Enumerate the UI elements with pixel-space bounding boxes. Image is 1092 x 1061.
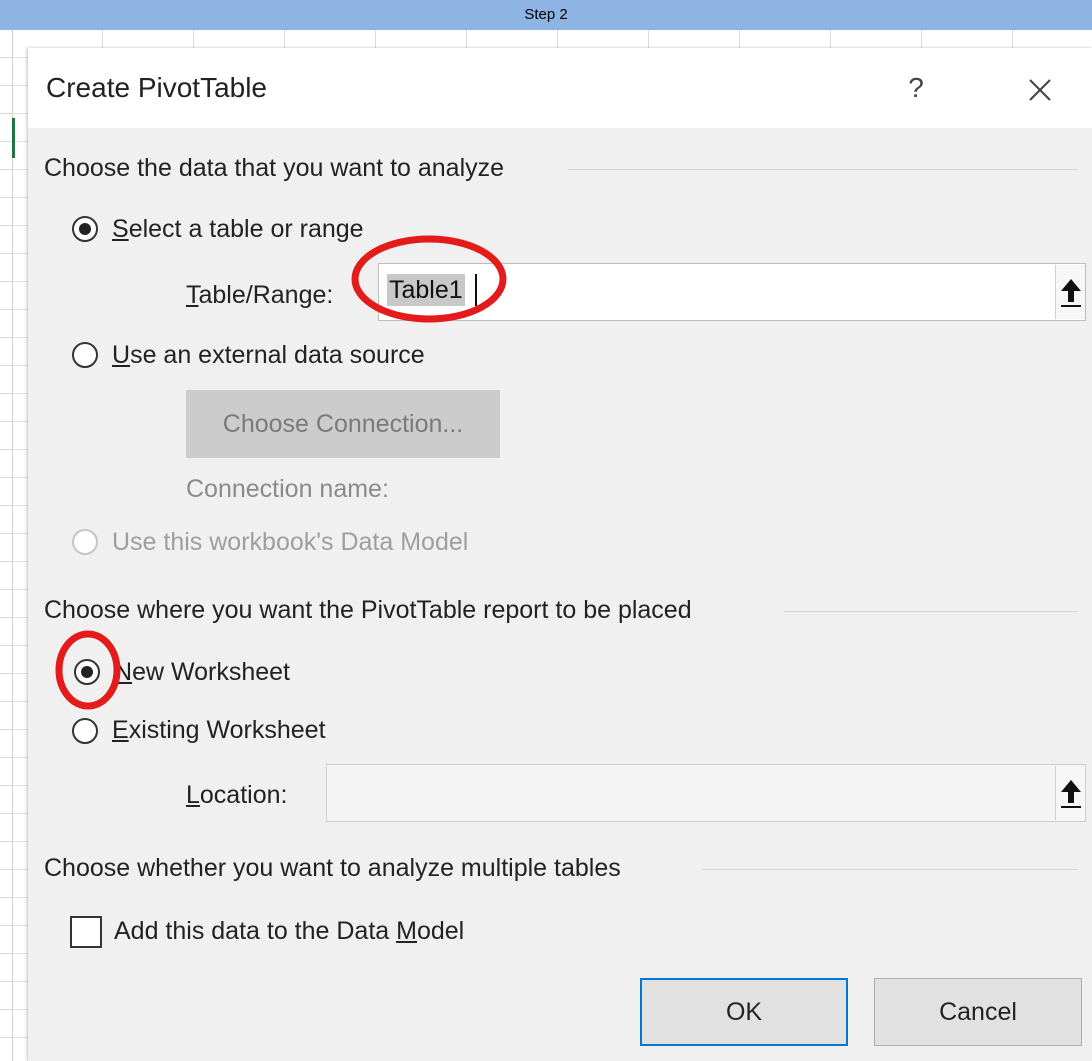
table-range-input[interactable]: Table1 [378,263,1086,321]
close-button[interactable] [1018,68,1062,112]
arrow-up-icon [1061,780,1081,808]
radio-existing-worksheet[interactable] [72,718,98,744]
table-range-value: Table1 [387,274,465,306]
location-collapse-button[interactable] [1055,766,1085,820]
radio-external-source-label[interactable]: Use an external data source [112,341,425,370]
radio-existing-worksheet-label[interactable]: Existing Worksheet [112,716,326,745]
cancel-button[interactable]: Cancel [874,978,1082,1046]
text-caret [475,274,477,306]
radio-data-model-label: Use this workbook's Data Model [112,528,469,556]
section-rule [568,169,1078,170]
create-pivottable-dialog: Create PivotTable ? Choose the data that… [28,48,1092,1061]
section-multiple-tables-heading: Choose whether you want to analyze multi… [44,854,621,882]
radio-data-model[interactable] [72,529,98,555]
help-button[interactable]: ? [898,68,934,108]
active-cell-marker [12,118,15,158]
radio-select-table-label[interactable]: Select a table or range [112,215,364,244]
add-to-data-model-checkbox[interactable] [70,916,102,948]
row-header-strip [0,30,13,1061]
section-rule [784,611,1078,612]
section-data-source-heading: Choose the data that you want to analyze [44,154,505,182]
section-placement-heading: Choose where you want the PivotTable rep… [44,596,692,624]
arrow-up-icon [1061,279,1081,307]
radio-new-worksheet-label[interactable]: New Worksheet [114,658,290,687]
location-label: Location: [186,781,288,809]
radio-external-source[interactable] [72,342,98,368]
table-range-label: Table/Range: [186,281,334,309]
location-input[interactable] [326,764,1086,822]
ok-button[interactable]: OK [640,978,848,1046]
dialog-title: Create PivotTable [46,72,268,103]
column-gridlines [12,30,1092,48]
section-rule [702,869,1078,870]
close-icon [1029,79,1051,101]
connection-name-label: Connection name: [186,475,389,503]
table-range-collapse-button[interactable] [1055,265,1085,319]
choose-connection-button[interactable]: Choose Connection... [186,390,500,458]
radio-new-worksheet[interactable] [74,659,100,685]
dialog-titlebar: Create PivotTable ? [28,48,1092,128]
add-to-data-model-label[interactable]: Add this data to the Data Model [114,917,464,946]
radio-select-table[interactable] [72,216,98,242]
step-banner: Step 2 [0,0,1092,30]
